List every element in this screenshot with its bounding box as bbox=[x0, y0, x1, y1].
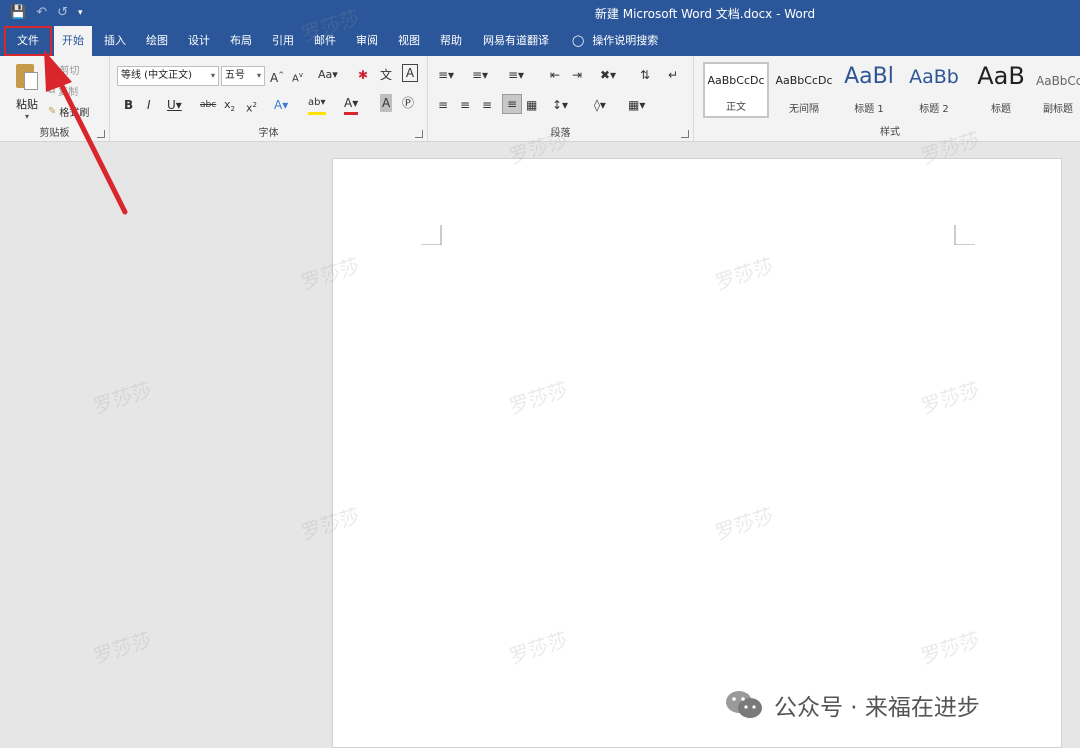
footer-text: 公众号 · 来福在进步 bbox=[774, 695, 980, 721]
annotation-arrow bbox=[44, 50, 128, 215]
wechat-footer: 公众号 · 来福在进步 bbox=[724, 688, 980, 722]
wechat-icon bbox=[726, 691, 762, 718]
